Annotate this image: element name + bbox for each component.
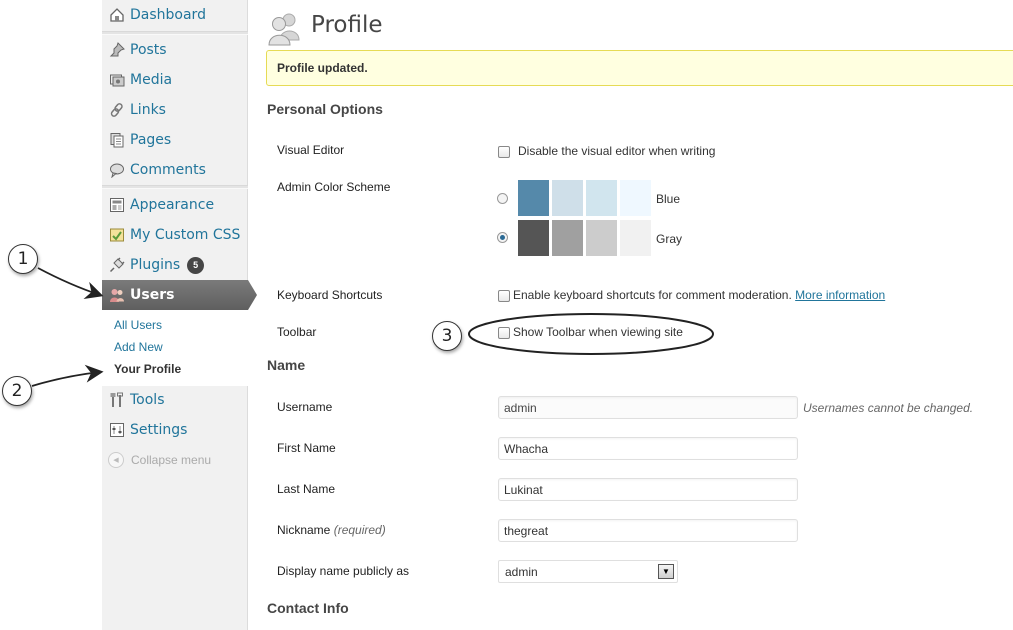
display-name-select[interactable]: admin ▼ [498, 560, 678, 583]
gray-swatch-4 [620, 220, 651, 256]
blue-swatch-1 [518, 180, 549, 216]
collapse-menu-label: Collapse menu [131, 453, 212, 467]
blue-swatch-3 [586, 180, 617, 216]
sidebar-item-label: Settings [130, 422, 188, 438]
menu-separator [102, 185, 248, 189]
sidebar-item-media[interactable]: Media [102, 65, 248, 95]
users-icon [108, 286, 126, 304]
sidebar-item-my-custom-css[interactable]: My Custom CSS [102, 220, 248, 250]
sidebar-item-label: Posts [130, 42, 167, 58]
toolbar-label: Toolbar [277, 325, 317, 339]
custom-css-icon [108, 226, 126, 244]
admin-color-scheme-label: Admin Color Scheme [277, 180, 391, 194]
username-input[interactable] [498, 396, 798, 419]
profile-updated-notice: Profile updated. [266, 50, 1013, 86]
sidebar-item-settings[interactable]: Settings [102, 415, 248, 445]
first-name-label: First Name [277, 441, 336, 455]
dashboard-icon [108, 6, 126, 24]
nickname-label: Nickname (required) [277, 523, 386, 537]
sidebar-item-label: Tools [130, 392, 165, 408]
admin-sidebar: Dashboard Posts Media Links Pages Commen… [102, 0, 257, 630]
sidebar-item-plugins[interactable]: Plugins 5 [102, 250, 248, 280]
submenu-item-add-new[interactable]: Add New [114, 340, 163, 354]
submenu-item-your-profile[interactable]: Your Profile [114, 362, 181, 376]
show-toolbar-checkbox[interactable] [498, 327, 510, 339]
display-name-label: Display name publicly as [277, 564, 410, 578]
sidebar-item-label: Links [130, 102, 166, 118]
annotation-callout-2: 2 [2, 376, 32, 406]
pages-icon [108, 131, 126, 149]
collapse-arrow-icon: ◀ [108, 452, 124, 468]
sidebar-item-dashboard[interactable]: Dashboard [102, 0, 248, 30]
keyboard-shortcuts-text: Enable keyboard shortcuts for comment mo… [513, 288, 885, 302]
last-name-label: Last Name [277, 482, 336, 496]
sidebar-item-links[interactable]: Links [102, 95, 248, 125]
keyboard-shortcuts-checkbox[interactable] [498, 290, 510, 302]
sidebar-item-comments[interactable]: Comments [102, 155, 248, 185]
speech-bubble-icon [108, 161, 126, 179]
dropdown-arrow-icon: ▼ [658, 564, 674, 579]
blue-swatch-4 [620, 180, 651, 216]
visual-editor-label: Visual Editor [277, 143, 345, 157]
sidebar-item-label: Media [130, 72, 173, 88]
personal-options-heading: Personal Options [267, 101, 383, 117]
sidebar-item-posts[interactable]: Posts [102, 35, 248, 65]
sidebar-item-label: Comments [130, 162, 206, 178]
sidebar-item-appearance[interactable]: Appearance [102, 190, 248, 220]
color-scheme-gray-label: Gray [656, 232, 683, 246]
settings-icon [108, 421, 126, 439]
annotation-arrow-1 [37, 267, 104, 299]
users-submenu: All Users Add New Your Profile [102, 310, 248, 386]
color-scheme-blue-radio[interactable] [497, 193, 508, 204]
sidebar-item-tools[interactable]: Tools [102, 385, 248, 415]
keyboard-shortcuts-label: Keyboard Shortcuts [277, 288, 383, 302]
gray-swatch-2 [552, 220, 583, 256]
notice-text: Profile updated. [277, 61, 368, 75]
sidebar-item-users[interactable]: Users [102, 280, 257, 310]
pushpin-icon [108, 41, 126, 59]
sidebar-item-pages[interactable]: Pages [102, 125, 248, 155]
name-heading: Name [267, 357, 306, 373]
plugin-update-count-badge: 5 [187, 256, 205, 274]
gray-swatch-1 [518, 220, 549, 256]
nickname-label-text: Nickname [277, 523, 331, 537]
blue-swatch-2 [552, 180, 583, 216]
color-scheme-blue-label: Blue [656, 192, 681, 206]
gray-swatch-3 [586, 220, 617, 256]
appearance-icon [108, 196, 126, 214]
display-name-selected-value: admin [505, 565, 538, 579]
annotation-callout-3: 3 [432, 321, 462, 351]
show-toolbar-text: Show Toolbar when viewing site [513, 325, 683, 339]
submenu-item-all-users[interactable]: All Users [114, 318, 162, 332]
sidebar-item-label: Dashboard [130, 7, 206, 23]
keyboard-shortcuts-description: Enable keyboard shortcuts for comment mo… [513, 288, 792, 302]
more-information-link[interactable]: More information [795, 288, 885, 302]
tools-icon [108, 391, 126, 409]
annotation-arrow-2 [31, 364, 104, 387]
disable-visual-editor-checkbox[interactable] [498, 146, 510, 158]
sidebar-item-label: Pages [130, 132, 172, 148]
chain-link-icon [108, 101, 126, 119]
username-label: Username [277, 400, 333, 414]
sidebar-item-label: Appearance [130, 197, 215, 213]
page-title: Profile [311, 12, 383, 38]
sidebar-item-label: My Custom CSS [130, 227, 241, 243]
color-scheme-gray-radio[interactable] [497, 232, 508, 243]
nickname-input[interactable] [498, 519, 798, 542]
last-name-input[interactable] [498, 478, 798, 501]
disable-visual-editor-text: Disable the visual editor when writing [518, 144, 716, 158]
media-icon [108, 71, 126, 89]
plug-icon [108, 256, 126, 274]
contact-info-heading: Contact Info [267, 600, 349, 616]
first-name-input[interactable] [498, 437, 798, 460]
sidebar-item-label: Users [130, 287, 175, 303]
username-hint: Usernames cannot be changed. [803, 401, 974, 415]
annotation-callout-1: 1 [8, 244, 38, 274]
sidebar-item-label: Plugins [130, 257, 181, 273]
nickname-required-note: (required) [333, 523, 386, 537]
profile-page-icon [266, 10, 302, 49]
collapse-menu-button[interactable]: ◀ Collapse menu [108, 452, 211, 468]
